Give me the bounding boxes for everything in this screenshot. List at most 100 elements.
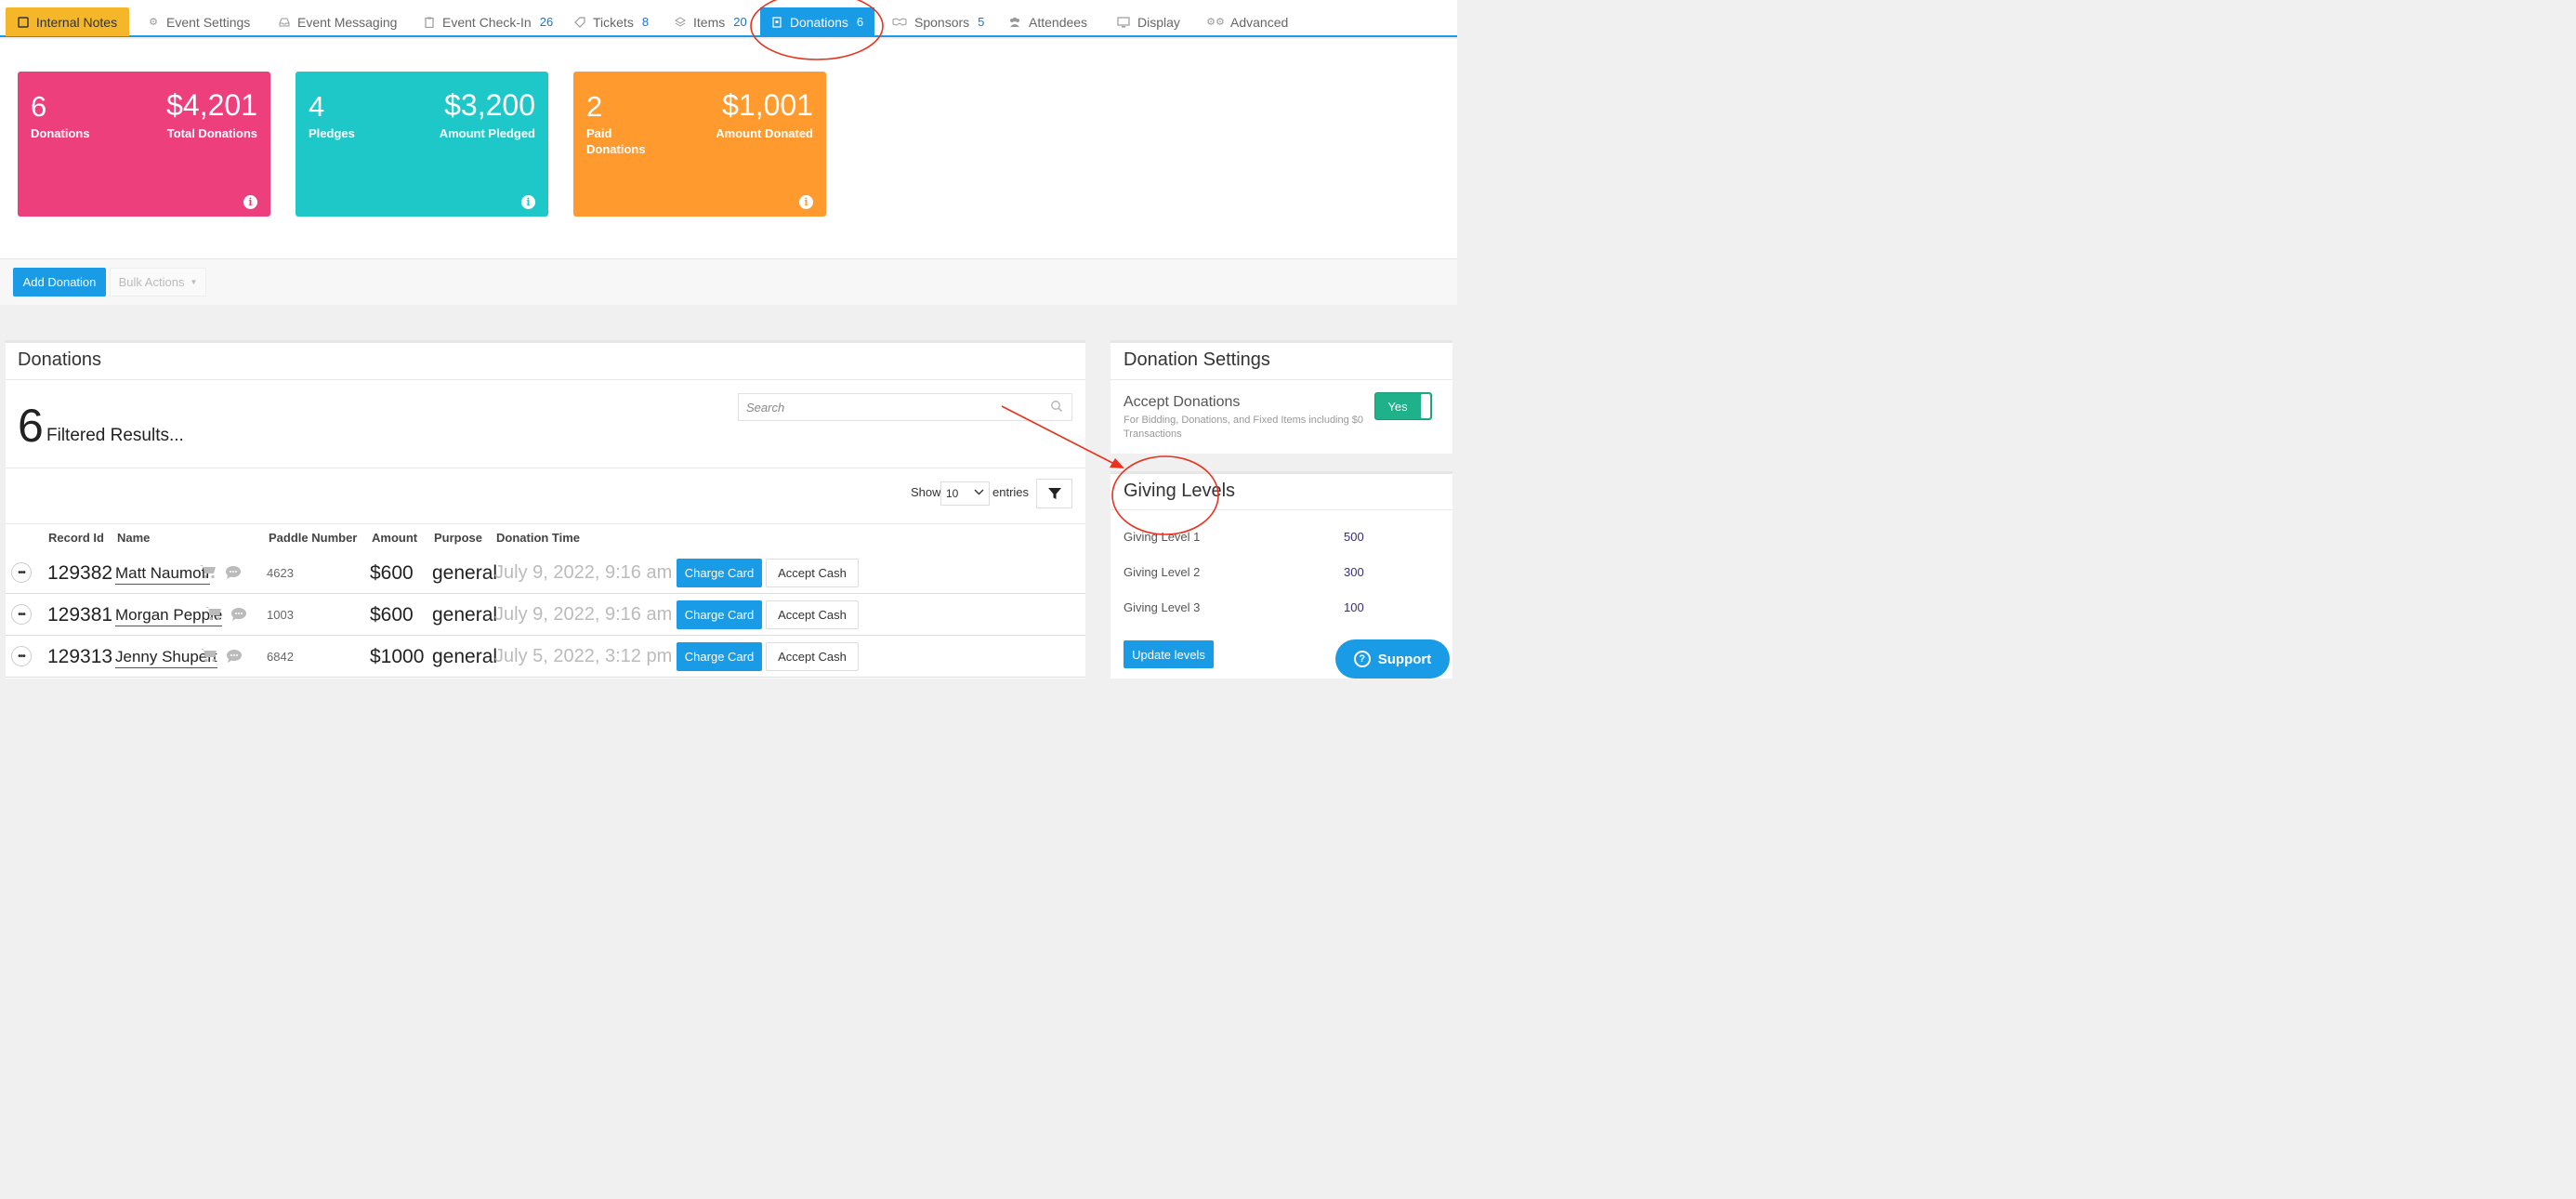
cart-icon[interactable] bbox=[200, 564, 217, 583]
giving-levels-title: Giving Levels bbox=[1124, 481, 1236, 501]
divider bbox=[6, 523, 1085, 524]
tab-donations[interactable]: Donations 6 bbox=[760, 7, 874, 36]
tab-tickets[interactable]: Tickets 8 bbox=[574, 7, 649, 36]
donation-settings-title: Donation Settings bbox=[1124, 349, 1270, 370]
card-label: Paid Donations bbox=[586, 126, 646, 156]
donations-panel-title: Donations bbox=[18, 349, 102, 370]
search-icon bbox=[1050, 400, 1063, 413]
tab-attendees[interactable]: Attendees bbox=[1008, 7, 1087, 36]
donation-purpose: general bbox=[432, 562, 498, 584]
accept-cash-button[interactable]: Accept Cash bbox=[766, 642, 859, 671]
card-label: Pledges bbox=[309, 126, 355, 140]
tab-label: Internal Notes bbox=[35, 14, 118, 30]
card-amount-label: Amount Pledged bbox=[439, 126, 535, 140]
tab-label: Event Check-In bbox=[442, 14, 532, 30]
card-amount-label: Total Donations bbox=[166, 126, 257, 140]
tab-event-check-in[interactable]: Event Check-In 26 bbox=[424, 7, 553, 36]
info-icon[interactable]: i bbox=[799, 195, 813, 209]
bulk-actions-dropdown[interactable]: Bulk Actions ▼ bbox=[110, 268, 206, 296]
column-header-donation-time[interactable]: Donation Time bbox=[496, 531, 580, 545]
gear-icon: ⚙ bbox=[149, 17, 158, 28]
record-id: 129382 bbox=[47, 562, 113, 584]
support-button[interactable]: ? Support bbox=[1335, 639, 1450, 679]
charge-card-button[interactable]: Charge Card bbox=[677, 600, 762, 629]
giving-level-value[interactable]: 300 bbox=[1344, 565, 1364, 579]
column-header-paddle-number[interactable]: Paddle Number bbox=[269, 531, 357, 545]
column-header-purpose[interactable]: Purpose bbox=[434, 531, 482, 545]
handshake-icon bbox=[892, 17, 907, 28]
tab-count: 6 bbox=[856, 15, 864, 29]
donor-name-link[interactable]: Matt Naumoff bbox=[115, 564, 210, 585]
result-count: 6 bbox=[18, 400, 44, 452]
tab-internal-notes[interactable]: Internal Notes bbox=[6, 7, 129, 36]
cart-icon[interactable] bbox=[205, 606, 222, 625]
tab-label: Event Settings bbox=[166, 14, 251, 30]
add-donation-button[interactable]: Add Donation bbox=[13, 268, 106, 296]
tab-label: Donations bbox=[789, 14, 848, 30]
tab-label: Display bbox=[1137, 14, 1180, 30]
table-row: ••• 129381 Morgan Pepple 1003 $600 gener… bbox=[6, 594, 1085, 636]
card-amount: $3,200 bbox=[444, 88, 535, 122]
tab-items[interactable]: Items 20 bbox=[675, 7, 747, 36]
accept-cash-button[interactable]: Accept Cash bbox=[766, 559, 859, 587]
update-levels-button[interactable]: Update levels bbox=[1124, 640, 1214, 668]
comment-icon[interactable] bbox=[225, 565, 242, 584]
column-header-record-id[interactable]: Record Id bbox=[48, 531, 104, 545]
toggle-knob bbox=[1421, 394, 1430, 418]
comment-icon[interactable] bbox=[230, 607, 247, 626]
show-label: Show bbox=[911, 485, 941, 499]
filter-button[interactable] bbox=[1036, 479, 1072, 508]
clipboard-icon bbox=[424, 17, 435, 28]
tab-event-settings[interactable]: ⚙ Event Settings bbox=[148, 7, 250, 36]
row-actions-button[interactable]: ••• bbox=[11, 604, 32, 625]
monitor-icon bbox=[1117, 16, 1130, 28]
charge-card-button[interactable]: Charge Card bbox=[677, 642, 762, 671]
search-input[interactable]: Search bbox=[738, 393, 1072, 421]
tab-label: Tickets bbox=[593, 14, 634, 30]
comment-icon[interactable] bbox=[226, 649, 243, 667]
column-header-amount[interactable]: Amount bbox=[372, 531, 417, 545]
cart-icon[interactable] bbox=[201, 648, 217, 666]
action-bar bbox=[0, 258, 1457, 305]
ticket-icon bbox=[574, 16, 585, 28]
record-id: 129381 bbox=[47, 604, 113, 626]
tab-display[interactable]: Display bbox=[1117, 7, 1180, 36]
giving-level-value[interactable]: 500 bbox=[1344, 530, 1364, 544]
pledges-card: 4 Pledges $3,200 Amount Pledged i bbox=[296, 72, 548, 217]
accept-donations-toggle[interactable]: Yes bbox=[1374, 392, 1432, 420]
tab-event-messaging[interactable]: Event Messaging bbox=[279, 7, 397, 36]
column-header-name[interactable]: Name bbox=[117, 531, 150, 545]
paddle-number: 6842 bbox=[267, 650, 294, 664]
donation-amount: $600 bbox=[370, 604, 414, 626]
bulk-actions-label: Bulk Actions bbox=[118, 275, 185, 289]
entries-value: 10 bbox=[946, 487, 959, 500]
info-icon[interactable]: i bbox=[521, 195, 535, 209]
paddle-number: 4623 bbox=[267, 566, 294, 580]
tab-advanced[interactable]: ⚙⚙ Advanced bbox=[1206, 7, 1289, 36]
tab-label: Sponsors bbox=[914, 14, 970, 30]
charge-card-button[interactable]: Charge Card bbox=[677, 559, 762, 587]
donation-amount: $1000 bbox=[370, 646, 425, 667]
help-icon: ? bbox=[1353, 651, 1371, 667]
tab-label: Event Messaging bbox=[297, 14, 398, 30]
accept-donations-label: Accept Donations bbox=[1124, 394, 1241, 410]
toggle-label: Yes bbox=[1387, 399, 1408, 414]
card-amount: $4,201 bbox=[166, 88, 257, 122]
tab-label: Advanced bbox=[1230, 14, 1289, 30]
donation-amount: $600 bbox=[370, 562, 414, 584]
giving-level-name: Giving Level 3 bbox=[1124, 600, 1201, 614]
accept-cash-button[interactable]: Accept Cash bbox=[766, 600, 859, 629]
giving-level-value[interactable]: 100 bbox=[1344, 600, 1364, 614]
card-amount-label: Amount Donated bbox=[716, 126, 813, 140]
row-actions-button[interactable]: ••• bbox=[11, 562, 32, 583]
tab-bar: Internal Notes ⚙ Event Settings Event Me… bbox=[0, 0, 1457, 37]
users-icon bbox=[1008, 17, 1021, 28]
info-icon[interactable]: i bbox=[243, 195, 257, 209]
row-actions-button[interactable]: ••• bbox=[11, 646, 32, 666]
chevron-down-icon bbox=[974, 487, 984, 500]
tab-sponsors[interactable]: Sponsors 5 bbox=[892, 7, 984, 36]
tab-count: 8 bbox=[641, 15, 650, 29]
paid-donations-card: 2 Paid Donations $1,001 Amount Donated i bbox=[573, 72, 826, 217]
entries-select[interactable]: 10 bbox=[940, 481, 990, 506]
caret-down-icon: ▼ bbox=[190, 278, 198, 286]
